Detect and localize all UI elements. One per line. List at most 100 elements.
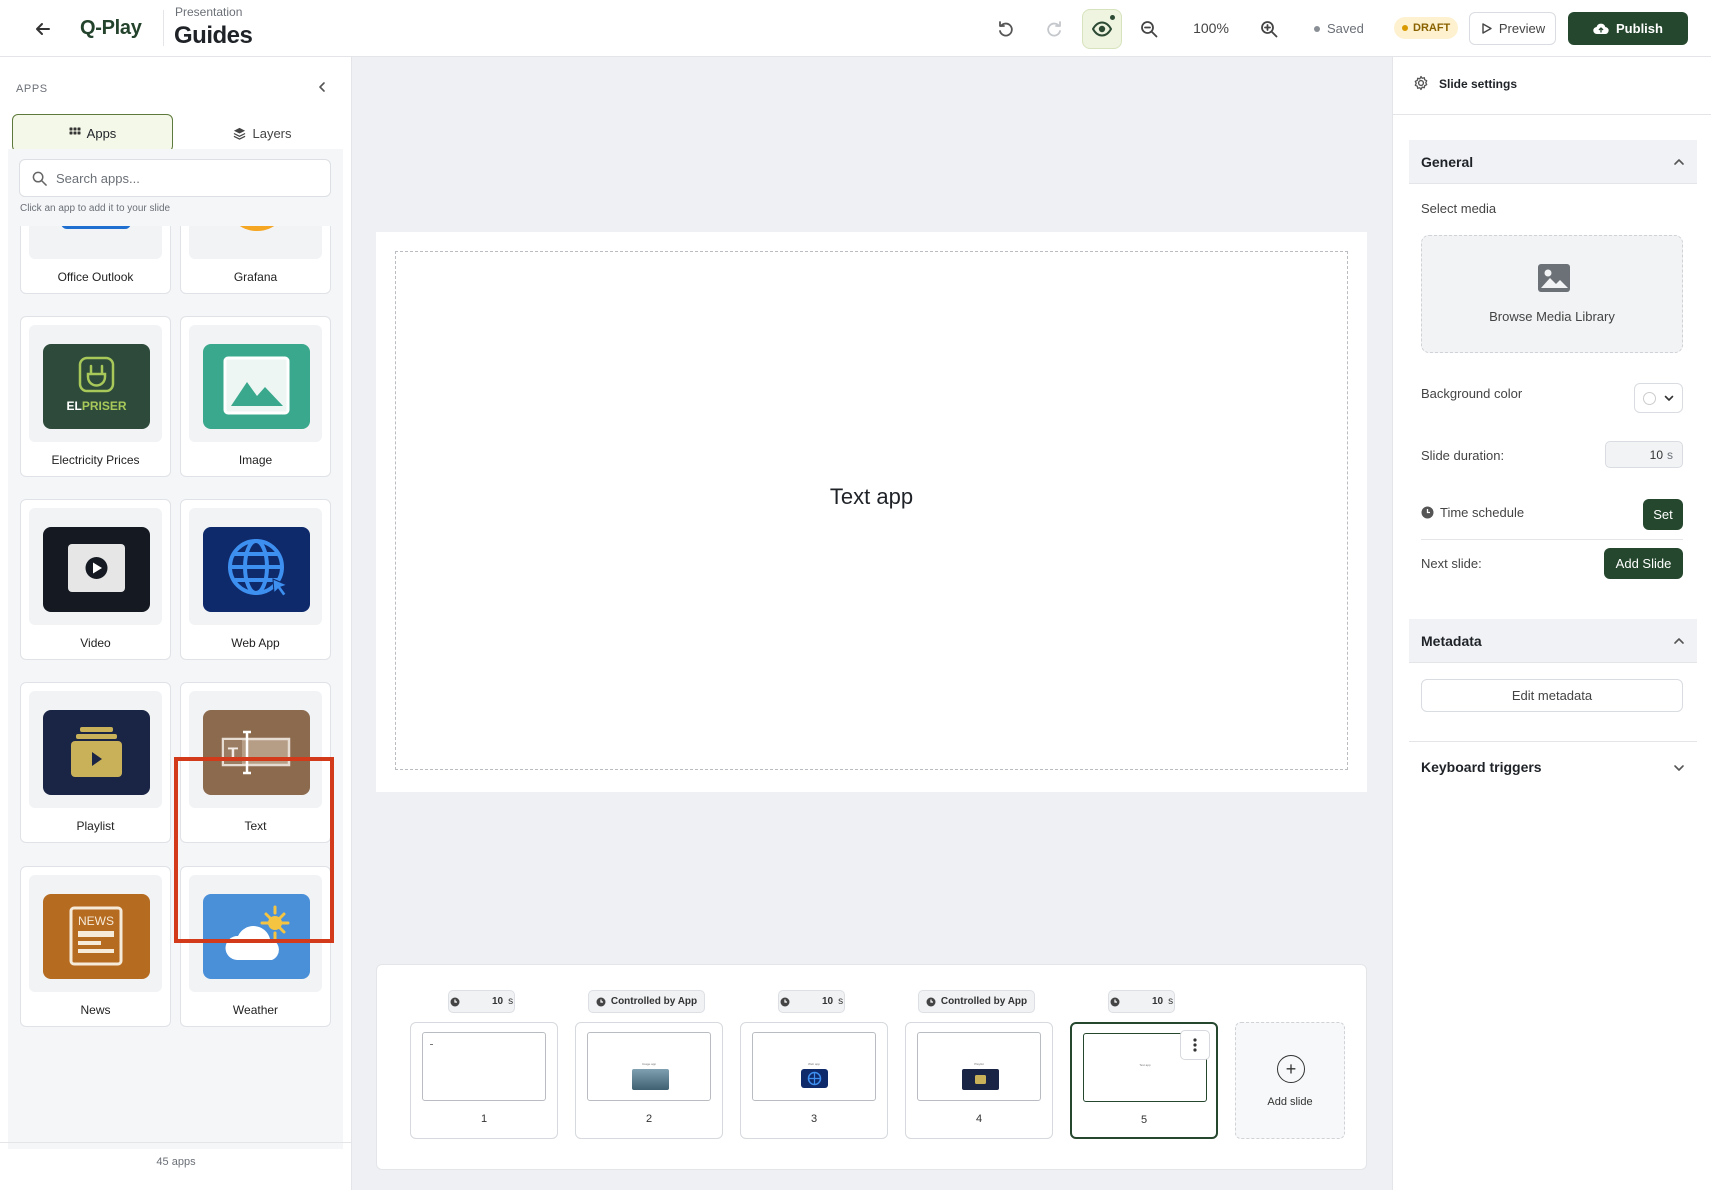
video-icon xyxy=(43,527,150,612)
duration-unit: s xyxy=(1667,447,1673,462)
zoom-out-icon[interactable] xyxy=(1136,16,1162,42)
slide-duration-input[interactable] xyxy=(1637,447,1663,462)
slide-duration-badge[interactable]: 10 s xyxy=(778,990,845,1013)
top-bar: Q-Play Presentation Guides 100% Saved DR… xyxy=(0,0,1711,57)
settings-title: Slide settings xyxy=(1439,77,1518,91)
divider xyxy=(1421,539,1683,540)
image-placeholder-icon xyxy=(1537,263,1571,293)
eye-status-dot xyxy=(1110,15,1115,20)
slide-duration-field[interactable]: s xyxy=(1605,441,1683,468)
gear-icon xyxy=(1412,74,1430,92)
canvas-text-element[interactable]: Text app xyxy=(376,484,1367,510)
slide-duration-value: 10 xyxy=(821,996,834,1007)
add-slide-button[interactable]: Add Slide xyxy=(1604,548,1683,579)
browse-media-label: Browse Media Library xyxy=(1489,309,1615,324)
slide-timeline: 10 s Controlled by App 10 s Controlled by … xyxy=(376,964,1367,1170)
clock-icon xyxy=(1110,997,1120,1006)
slide-number: 4 xyxy=(975,1113,983,1125)
slide-preview-caption: Image app xyxy=(641,1062,657,1066)
slide-preview-caption: Text app xyxy=(1139,1063,1151,1067)
preview-button[interactable]: Preview xyxy=(1469,12,1556,45)
background-color-label: Background color xyxy=(1421,386,1523,401)
app-card-grafana[interactable]: Grafana xyxy=(180,226,331,294)
slide-thumbnail[interactable]: 1 xyxy=(410,1022,558,1139)
app-card-electricity-prices[interactable]: ELPRISER Electricity Prices xyxy=(20,316,171,477)
slide-thumbnail[interactable]: Playlist 4 xyxy=(905,1022,1053,1139)
grafana-icon xyxy=(203,226,310,246)
section-title: Keyboard triggers xyxy=(1421,759,1542,775)
clock-icon xyxy=(450,997,460,1006)
collapse-sidebar-chevron-icon[interactable] xyxy=(312,77,332,97)
app-card-video[interactable]: Video xyxy=(20,499,171,660)
time-schedule-label: Time schedule xyxy=(1440,505,1525,520)
app-card-label: Image xyxy=(238,453,273,467)
slide-duration-badge[interactable]: Controlled by App xyxy=(918,990,1035,1013)
app-card-label: Office Outlook xyxy=(57,270,134,284)
slide-canvas[interactable]: Text app xyxy=(376,232,1367,792)
chevron-up-icon xyxy=(1671,633,1687,649)
slide-preview xyxy=(422,1032,546,1101)
publish-button-label: Publish xyxy=(1616,21,1663,36)
slide-preview-image-icon xyxy=(632,1069,669,1090)
apps-count: 45 apps xyxy=(0,1142,352,1184)
outlook-icon xyxy=(43,226,150,246)
app-card-office-outlook[interactable]: Office Outlook xyxy=(20,226,171,294)
section-title: Metadata xyxy=(1421,633,1482,649)
back-arrow-icon[interactable] xyxy=(28,14,58,44)
draft-dot xyxy=(1402,25,1408,31)
set-schedule-button[interactable]: Set xyxy=(1643,499,1683,530)
app-card-playlist[interactable]: Playlist xyxy=(20,682,171,843)
edit-metadata-button[interactable]: Edit metadata xyxy=(1421,679,1683,712)
plus-icon: + xyxy=(1277,1055,1305,1083)
selected-app-highlight xyxy=(174,757,334,943)
zoom-in-icon[interactable] xyxy=(1256,16,1282,42)
search-input[interactable] xyxy=(56,168,316,188)
tab-apps[interactable]: Apps xyxy=(12,114,173,152)
app-card-news[interactable]: NEWS News xyxy=(20,866,171,1027)
next-slide-label: Next slide: xyxy=(1421,556,1482,571)
globe-icon xyxy=(203,527,310,612)
section-keyboard-triggers-header[interactable]: Keyboard triggers xyxy=(1409,745,1697,789)
slide-duration-badge[interactable]: 10 s xyxy=(1108,990,1175,1013)
svg-text:ELPRISER: ELPRISER xyxy=(66,399,126,413)
app-card-image[interactable]: Image xyxy=(180,316,331,477)
preview-button-label: Preview xyxy=(1498,21,1546,36)
app-card-label: Electricity Prices xyxy=(51,453,140,467)
save-status-label: Saved xyxy=(1327,21,1364,36)
publish-button[interactable]: Publish xyxy=(1568,12,1688,45)
slide-number: 2 xyxy=(645,1113,653,1125)
tab-layers[interactable]: Layers xyxy=(182,114,343,152)
slide-thumbnail[interactable]: Image app 2 xyxy=(575,1022,723,1139)
slide-duration-badge[interactable]: Controlled by App xyxy=(588,990,705,1013)
app-card-web-app[interactable]: Web App xyxy=(180,499,331,660)
news-icon: NEWS xyxy=(43,894,150,979)
preview-toggle-eye-icon[interactable] xyxy=(1082,9,1122,49)
slide-settings-panel: Slide settings General Select media Brow… xyxy=(1392,57,1711,1190)
section-general-header[interactable]: General xyxy=(1409,140,1697,184)
slide-duration-unit: s xyxy=(1168,996,1174,1007)
breadcrumb: Presentation xyxy=(175,5,243,19)
search-field[interactable] xyxy=(19,159,331,197)
section-metadata-header[interactable]: Metadata xyxy=(1409,619,1697,663)
tab-apps-label: Apps xyxy=(86,125,117,141)
page-title[interactable]: Guides xyxy=(174,22,253,50)
background-color-picker[interactable] xyxy=(1634,383,1683,413)
redo-icon[interactable] xyxy=(1041,16,1067,42)
slide-preview-playlist-icon xyxy=(962,1069,999,1090)
playlist-icon xyxy=(43,710,150,795)
add-slide-tile[interactable]: + Add slide xyxy=(1235,1022,1345,1139)
app-card-label: Web App xyxy=(231,636,280,650)
brand-logo[interactable]: Q-Play xyxy=(80,17,142,40)
slide-number: 3 xyxy=(810,1113,818,1125)
slide-thumbnail[interactable]: Web app 3 xyxy=(740,1022,888,1139)
slide-menu-kebab-icon[interactable] xyxy=(1180,1030,1210,1060)
clock-icon xyxy=(780,997,790,1006)
browse-media-dropzone[interactable]: Browse Media Library xyxy=(1421,235,1683,353)
chevron-down-icon xyxy=(1662,391,1676,405)
slide-preview-globe-icon xyxy=(801,1069,828,1088)
app-card-label: Video xyxy=(80,636,111,650)
undo-icon[interactable] xyxy=(993,16,1019,42)
slide-safe-area xyxy=(395,251,1348,770)
slide-duration-value: 10 xyxy=(1151,996,1164,1007)
slide-duration-badge[interactable]: 10 s xyxy=(448,990,515,1013)
